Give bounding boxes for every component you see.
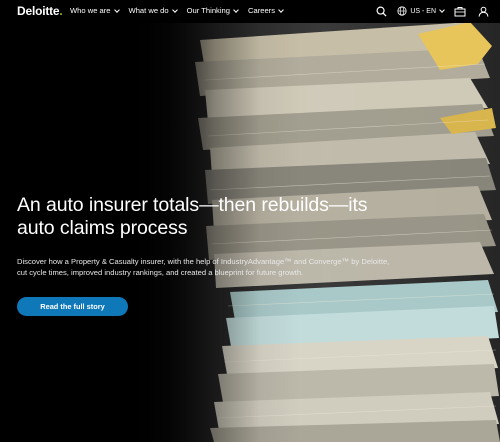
- nav-item-our-thinking[interactable]: Our Thinking: [186, 6, 239, 15]
- nav-item-label: Careers: [247, 6, 275, 15]
- top-navigation: Deloitte. Who we are What we do Our Thin…: [0, 0, 500, 23]
- briefcase-icon[interactable]: [453, 4, 467, 18]
- chevron-down-icon: [113, 6, 120, 13]
- nav-item-label: Our Thinking: [186, 6, 230, 15]
- hero-title: An auto insurer totals—then rebuilds—its…: [17, 194, 368, 239]
- chevron-down-icon: [439, 7, 445, 13]
- chevron-down-icon: [278, 6, 284, 13]
- main-menu: Who we are What we do Our Thinking Caree…: [70, 6, 293, 15]
- utility-nav: US - EN: [365, 4, 490, 18]
- nav-item-what-we-do[interactable]: What we do: [128, 6, 178, 15]
- nav-item-careers[interactable]: Careers: [247, 6, 284, 15]
- nav-item-who-we-are[interactable]: Who we are: [70, 6, 120, 15]
- read-full-story-button[interactable]: Read the full story: [17, 297, 128, 316]
- nav-item-label: What we do: [128, 6, 169, 15]
- chevron-down-icon: [233, 6, 239, 13]
- logo-dot: .: [59, 4, 63, 18]
- chevron-down-icon: [171, 6, 178, 13]
- deloitte-logo[interactable]: Deloitte.: [17, 4, 63, 18]
- nav-item-label: Who we are: [70, 6, 111, 15]
- search-icon[interactable]: [374, 4, 388, 18]
- language-selector[interactable]: US - EN: [397, 6, 445, 16]
- user-icon[interactable]: [476, 4, 490, 18]
- language-label: US - EN: [410, 7, 436, 15]
- logo-text: Deloitte: [17, 4, 60, 18]
- hero-subtitle: Discover how a Property & Casualty insur…: [17, 257, 390, 277]
- globe-icon: [397, 6, 407, 16]
